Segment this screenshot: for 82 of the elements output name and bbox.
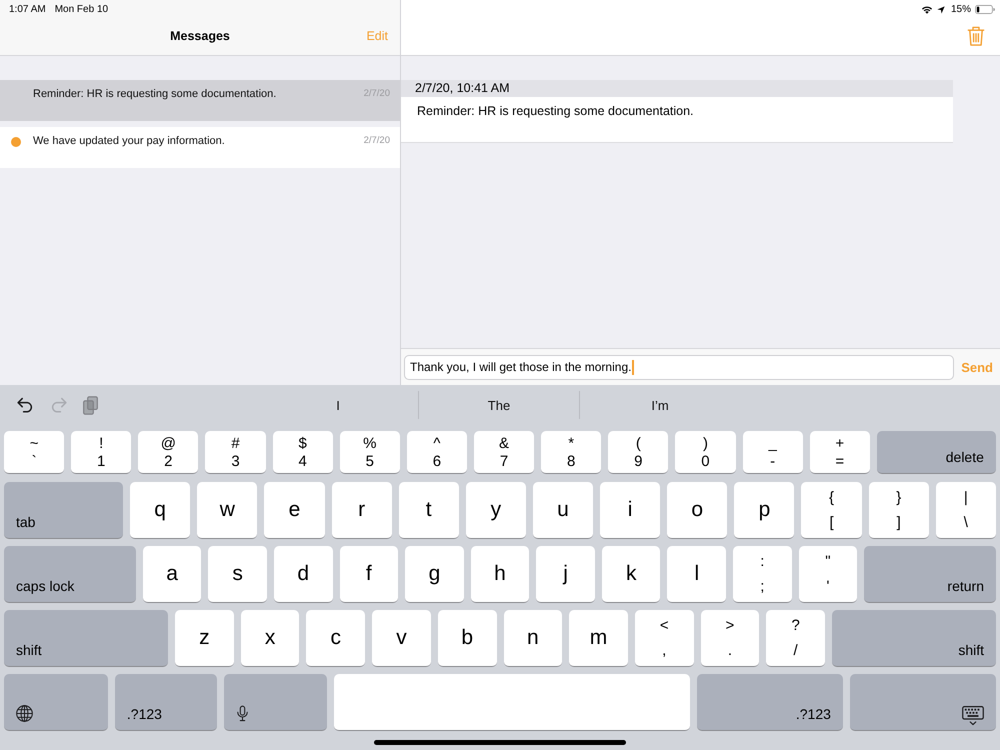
keyboard-key[interactable]: % 5: [340, 431, 400, 474]
keyboard-key[interactable]: @ 2: [138, 431, 198, 474]
keyboard-key[interactable]: e: [264, 482, 324, 539]
status-date: Mon Feb 10: [54, 4, 108, 16]
keyboard-key[interactable]: d: [274, 546, 333, 603]
text-cursor: [632, 360, 634, 374]
microphone-key[interactable]: [224, 674, 328, 731]
function-key[interactable]: .?123: [696, 674, 843, 731]
function-key[interactable]: return: [864, 546, 996, 603]
battery-percent: 15%: [950, 4, 971, 16]
keyboard-key[interactable]: j: [536, 546, 595, 603]
keyboard-key[interactable]: l: [667, 546, 726, 603]
function-key[interactable]: delete: [876, 431, 996, 474]
message-preview: Reminder: HR is requesting some documentation.: [33, 88, 278, 101]
status-time: 1:07 AM: [9, 4, 46, 16]
keyboard-key[interactable]: ^ 6: [406, 431, 467, 474]
keyboard-key[interactable]: _ -: [742, 431, 803, 474]
function-key[interactable]: tab: [4, 482, 124, 539]
function-key[interactable]: shift: [832, 610, 996, 667]
keyboard-key[interactable]: # 3: [205, 431, 266, 474]
location-arrow-icon: [936, 6, 945, 14]
nav-title: Messages: [170, 29, 230, 43]
keyboard-key[interactable]: h: [470, 546, 530, 603]
undo-icon[interactable]: [17, 397, 34, 413]
keyboard-key[interactable]: ? /: [766, 610, 825, 667]
keyboard-key[interactable]: p: [734, 482, 794, 539]
keyboard-key[interactable]: g: [405, 546, 464, 603]
microphone-icon: [237, 705, 248, 722]
keyboard-key[interactable]: x: [240, 610, 300, 667]
message-field[interactable]: Thank you, I will get those in the morning.: [404, 354, 954, 380]
keyboard-key[interactable]: v: [372, 610, 431, 667]
keyboard-key[interactable]: | \: [936, 482, 996, 539]
keyboard-key[interactable]: s: [208, 546, 267, 603]
keyboard-key[interactable]: + =: [810, 431, 870, 474]
autocorrect-suggestion[interactable]: I: [336, 398, 340, 412]
keyboard-key[interactable]: r: [332, 482, 392, 539]
message-timestamp: 2/7/20, 10:41 AM: [415, 81, 510, 96]
message-date: 2/7/20: [364, 135, 390, 147]
message-list-item[interactable]: We have updated your pay information. 2/7/20: [0, 127, 400, 168]
keyboard-icon: [962, 706, 984, 726]
keyboard-key[interactable]: { [: [801, 482, 862, 539]
keyboard-key[interactable]: } ]: [868, 482, 929, 539]
keyboard-key[interactable]: < ,: [634, 610, 694, 667]
keyboard-key[interactable]: o: [667, 482, 728, 539]
clipboard-icon[interactable]: [83, 396, 98, 414]
message-preview: We have updated your pay information.: [33, 135, 226, 148]
autocorrect-suggestion[interactable]: I’m: [651, 398, 669, 412]
keyboard-key[interactable]: m: [569, 610, 628, 667]
keyboard-key[interactable]: ~ `: [4, 431, 64, 474]
keyboard-key[interactable]: i: [600, 482, 660, 539]
keyboard-key[interactable]: * 8: [541, 431, 602, 474]
keyboard-key[interactable]: z: [175, 610, 234, 667]
keyboard-key[interactable]: c: [306, 610, 366, 667]
message-body: Reminder: HR is requesting some documentation.: [416, 103, 695, 120]
keyboard-key[interactable]: q: [130, 482, 190, 539]
keyboard-key[interactable]: n: [504, 610, 562, 667]
hide-keyboard-key[interactable]: [850, 674, 996, 731]
keyboard-key[interactable]: : ;: [733, 546, 792, 603]
keyboard-key[interactable]: > .: [700, 610, 760, 667]
function-key[interactable]: .?123: [114, 674, 218, 731]
keyboard-key[interactable]: t: [398, 482, 459, 539]
keyboard-key[interactable]: u: [532, 482, 594, 539]
keyboard-key[interactable]: ! 1: [71, 431, 132, 474]
keyboard-key[interactable]: y: [466, 482, 526, 539]
keyboard-key[interactable]: " ': [798, 546, 858, 603]
keyboard-key[interactable]: & 7: [474, 431, 534, 474]
keyboard-key[interactable]: k: [602, 546, 660, 603]
keyboard-key[interactable]: a: [142, 546, 202, 603]
keyboard-key[interactable]: ) 0: [675, 431, 736, 474]
function-key[interactable]: caps lock: [4, 546, 136, 603]
keyboard-key[interactable]: w: [197, 482, 258, 539]
function-key[interactable]: shift: [4, 610, 168, 667]
battery-icon: [975, 5, 995, 14]
keyboard-key[interactable]: b: [438, 610, 497, 667]
autocorrect-suggestion[interactable]: The: [488, 398, 510, 412]
trash-icon[interactable]: [967, 26, 985, 46]
keyboard-key[interactable]: ( 9: [608, 431, 668, 474]
keyboard-key[interactable]: $ 4: [272, 431, 333, 474]
wifi-icon: [920, 5, 933, 14]
globe-icon: [16, 705, 33, 722]
keyboard-key[interactable]: f: [340, 546, 398, 603]
globe-key[interactable]: [4, 674, 108, 731]
